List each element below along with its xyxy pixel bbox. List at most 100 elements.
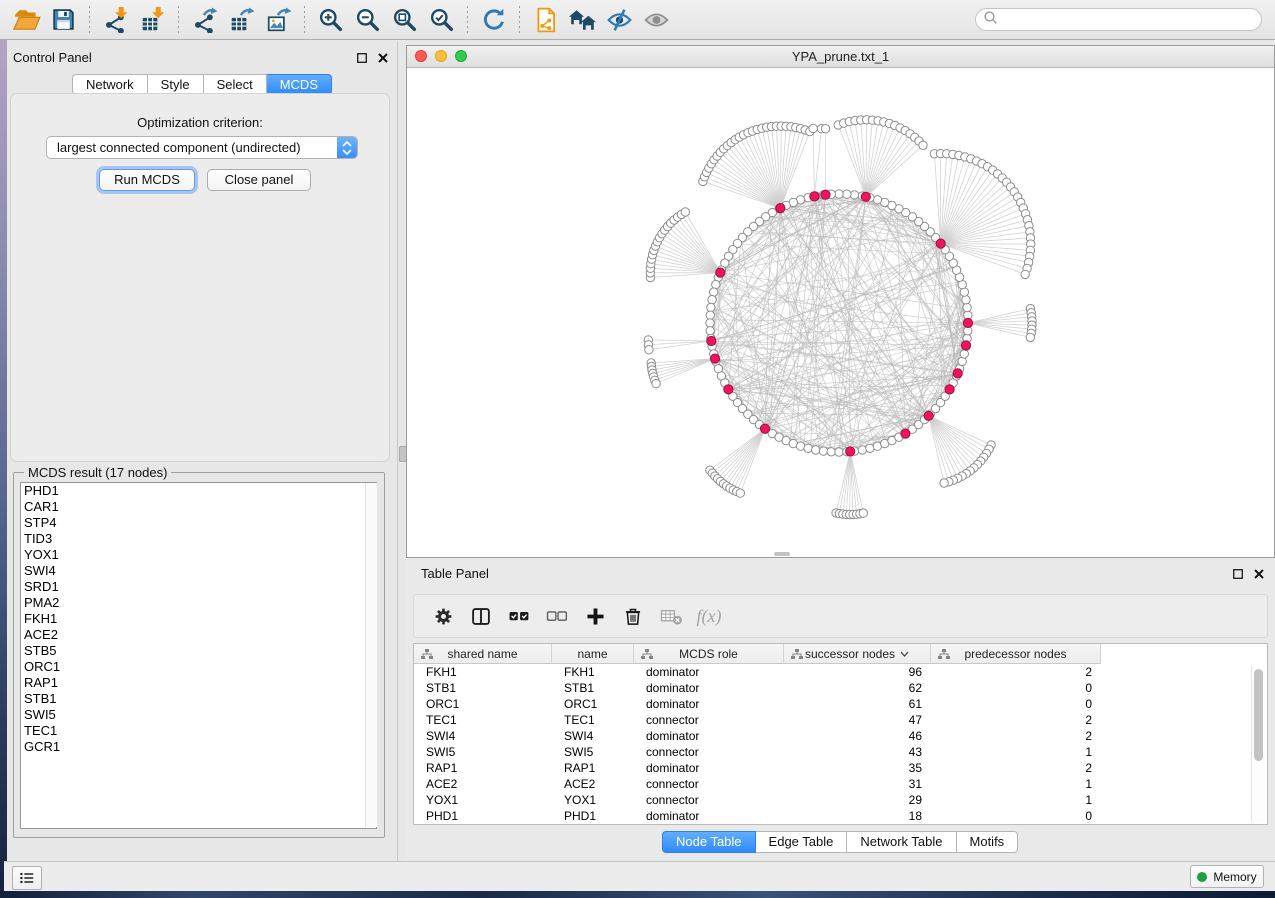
cell-shared-name[interactable]: RAP1 (414, 760, 552, 776)
cell-predecessor-nodes[interactable]: 1 (931, 776, 1101, 792)
cell-name[interactable]: SWI4 (552, 728, 634, 744)
mcds-result-item[interactable]: TEC1 (21, 723, 376, 739)
cell-name[interactable]: STB1 (552, 680, 634, 696)
zoom-selected-icon[interactable] (423, 3, 460, 37)
window-maximize-light[interactable] (455, 50, 467, 62)
cell-predecessor-nodes[interactable]: 2 (931, 664, 1101, 680)
table-row[interactable]: PHD1PHD1dominator180 (414, 808, 1267, 824)
table-row[interactable]: ORC1ORC1dominator610 (414, 696, 1267, 712)
mcds-result-item[interactable]: RAP1 (21, 675, 376, 691)
add-icon[interactable] (576, 599, 614, 633)
float-panel-icon[interactable] (355, 51, 368, 64)
mcds-result-item[interactable]: SWI4 (21, 563, 376, 579)
table-row[interactable]: YOX1YOX1connector291 (414, 792, 1267, 808)
network-graph[interactable] (407, 68, 1274, 557)
mcds-list-scrollbar[interactable] (365, 483, 377, 827)
cell-MCDS-role[interactable]: dominator (634, 760, 784, 776)
cell-name[interactable]: SWI5 (552, 744, 634, 760)
houses-icon[interactable] (564, 3, 601, 37)
tab-mcds[interactable]: MCDS (267, 74, 332, 95)
tab-node-table[interactable]: Node Table (662, 831, 756, 853)
optimization-select[interactable]: largest connected component (undirected) (46, 136, 358, 159)
cell-shared-name[interactable]: FKH1 (414, 664, 552, 680)
network-window-titlebar[interactable]: YPA_prune.txt_1 (407, 46, 1274, 68)
cell-predecessor-nodes[interactable]: 1 (931, 744, 1101, 760)
window-minimize-light[interactable] (435, 50, 447, 62)
window-close-light[interactable] (415, 50, 427, 62)
network-from-selection-icon[interactable] (527, 3, 564, 37)
table-row[interactable]: TEC1TEC1connector472 (414, 712, 1267, 728)
column-header-successor-nodes[interactable]: successor nodes (784, 644, 931, 664)
mcds-result-item[interactable]: ACE2 (21, 627, 376, 643)
cell-MCDS-role[interactable]: connector (634, 792, 784, 808)
cell-name[interactable]: PHD1 (552, 808, 634, 824)
table-row[interactable]: SWI4SWI4dominator462 (414, 728, 1267, 744)
cell-successor-nodes[interactable]: 61 (784, 696, 931, 712)
mcds-result-item[interactable]: STB5 (21, 643, 376, 659)
cell-MCDS-role[interactable]: dominator (634, 664, 784, 680)
mcds-result-list[interactable]: PHD1CAR1STP4TID3YOX1SWI4SRD1PMA2FKH1ACE2… (20, 482, 377, 829)
tab-motifs[interactable]: Motifs (957, 831, 1019, 853)
task-history-button[interactable] (12, 866, 42, 890)
cell-successor-nodes[interactable]: 43 (784, 744, 931, 760)
open-icon[interactable] (8, 3, 45, 37)
cell-successor-nodes[interactable]: 35 (784, 760, 931, 776)
tab-network[interactable]: Network (72, 74, 148, 95)
mcds-result-item[interactable]: ORC1 (21, 659, 376, 675)
column-header-predecessor-nodes[interactable]: predecessor nodes (931, 644, 1101, 664)
tab-network-table[interactable]: Network Table (847, 831, 956, 853)
network-hscroll-thumb[interactable] (774, 552, 790, 556)
column-header-name[interactable]: name (552, 644, 634, 664)
memory-button[interactable]: Memory (1190, 865, 1264, 888)
cell-predecessor-nodes[interactable]: 0 (931, 808, 1101, 824)
cell-predecessor-nodes[interactable]: 2 (931, 760, 1101, 776)
network-canvas[interactable] (407, 68, 1274, 557)
import-table-icon[interactable] (134, 3, 171, 37)
mcds-result-item[interactable]: YOX1 (21, 547, 376, 563)
cell-successor-nodes[interactable]: 96 (784, 664, 931, 680)
search-box[interactable] (975, 8, 1262, 31)
select-all-icon[interactable] (500, 599, 538, 633)
column-header-MCDS-role[interactable]: MCDS role (634, 644, 784, 664)
cell-name[interactable]: YOX1 (552, 792, 634, 808)
table-row[interactable]: FKH1FKH1dominator962 (414, 664, 1267, 680)
cell-successor-nodes[interactable]: 62 (784, 680, 931, 696)
close-table-panel-icon[interactable] (1252, 567, 1265, 580)
mcds-result-item[interactable]: SRD1 (21, 579, 376, 595)
refresh-icon[interactable] (475, 3, 512, 37)
search-input[interactable] (1002, 12, 1246, 28)
cell-MCDS-role[interactable]: dominator (634, 680, 784, 696)
cell-shared-name[interactable]: YOX1 (414, 792, 552, 808)
cell-shared-name[interactable]: SWI5 (414, 744, 552, 760)
unselect-all-icon[interactable] (538, 599, 576, 633)
tab-edge-table[interactable]: Edge Table (756, 831, 848, 853)
zoom-fit-icon[interactable] (386, 3, 423, 37)
cell-MCDS-role[interactable]: connector (634, 712, 784, 728)
cell-successor-nodes[interactable]: 18 (784, 808, 931, 824)
zoom-out-icon[interactable] (349, 3, 386, 37)
cell-name[interactable]: ORC1 (552, 696, 634, 712)
cell-shared-name[interactable]: TEC1 (414, 712, 552, 728)
column-header-shared-name[interactable]: shared name (414, 644, 552, 664)
mcds-result-item[interactable]: GCR1 (21, 739, 376, 755)
cell-shared-name[interactable]: PHD1 (414, 808, 552, 824)
cell-shared-name[interactable]: ACE2 (414, 776, 552, 792)
float-table-panel-icon[interactable] (1231, 567, 1244, 580)
show-graphics-details-icon[interactable] (638, 3, 675, 37)
mcds-result-item[interactable]: STP4 (21, 515, 376, 531)
cell-MCDS-role[interactable]: connector (634, 744, 784, 760)
cell-predecessor-nodes[interactable]: 0 (931, 680, 1101, 696)
mcds-result-item[interactable]: PMA2 (21, 595, 376, 611)
cell-shared-name[interactable]: SWI4 (414, 728, 552, 744)
delete-icon[interactable] (614, 599, 652, 633)
cell-MCDS-role[interactable]: dominator (634, 696, 784, 712)
run-mcds-button[interactable]: Run MCDS (99, 169, 195, 191)
mcds-result-item[interactable]: CAR1 (21, 499, 376, 515)
import-network-icon[interactable] (97, 3, 134, 37)
cell-shared-name[interactable]: ORC1 (414, 696, 552, 712)
mcds-result-item[interactable]: SWI5 (21, 707, 376, 723)
mcds-result-item[interactable]: STB1 (21, 691, 376, 707)
cell-name[interactable]: RAP1 (552, 760, 634, 776)
table-row[interactable]: STB1STB1dominator620 (414, 680, 1267, 696)
save-icon[interactable] (45, 3, 82, 37)
